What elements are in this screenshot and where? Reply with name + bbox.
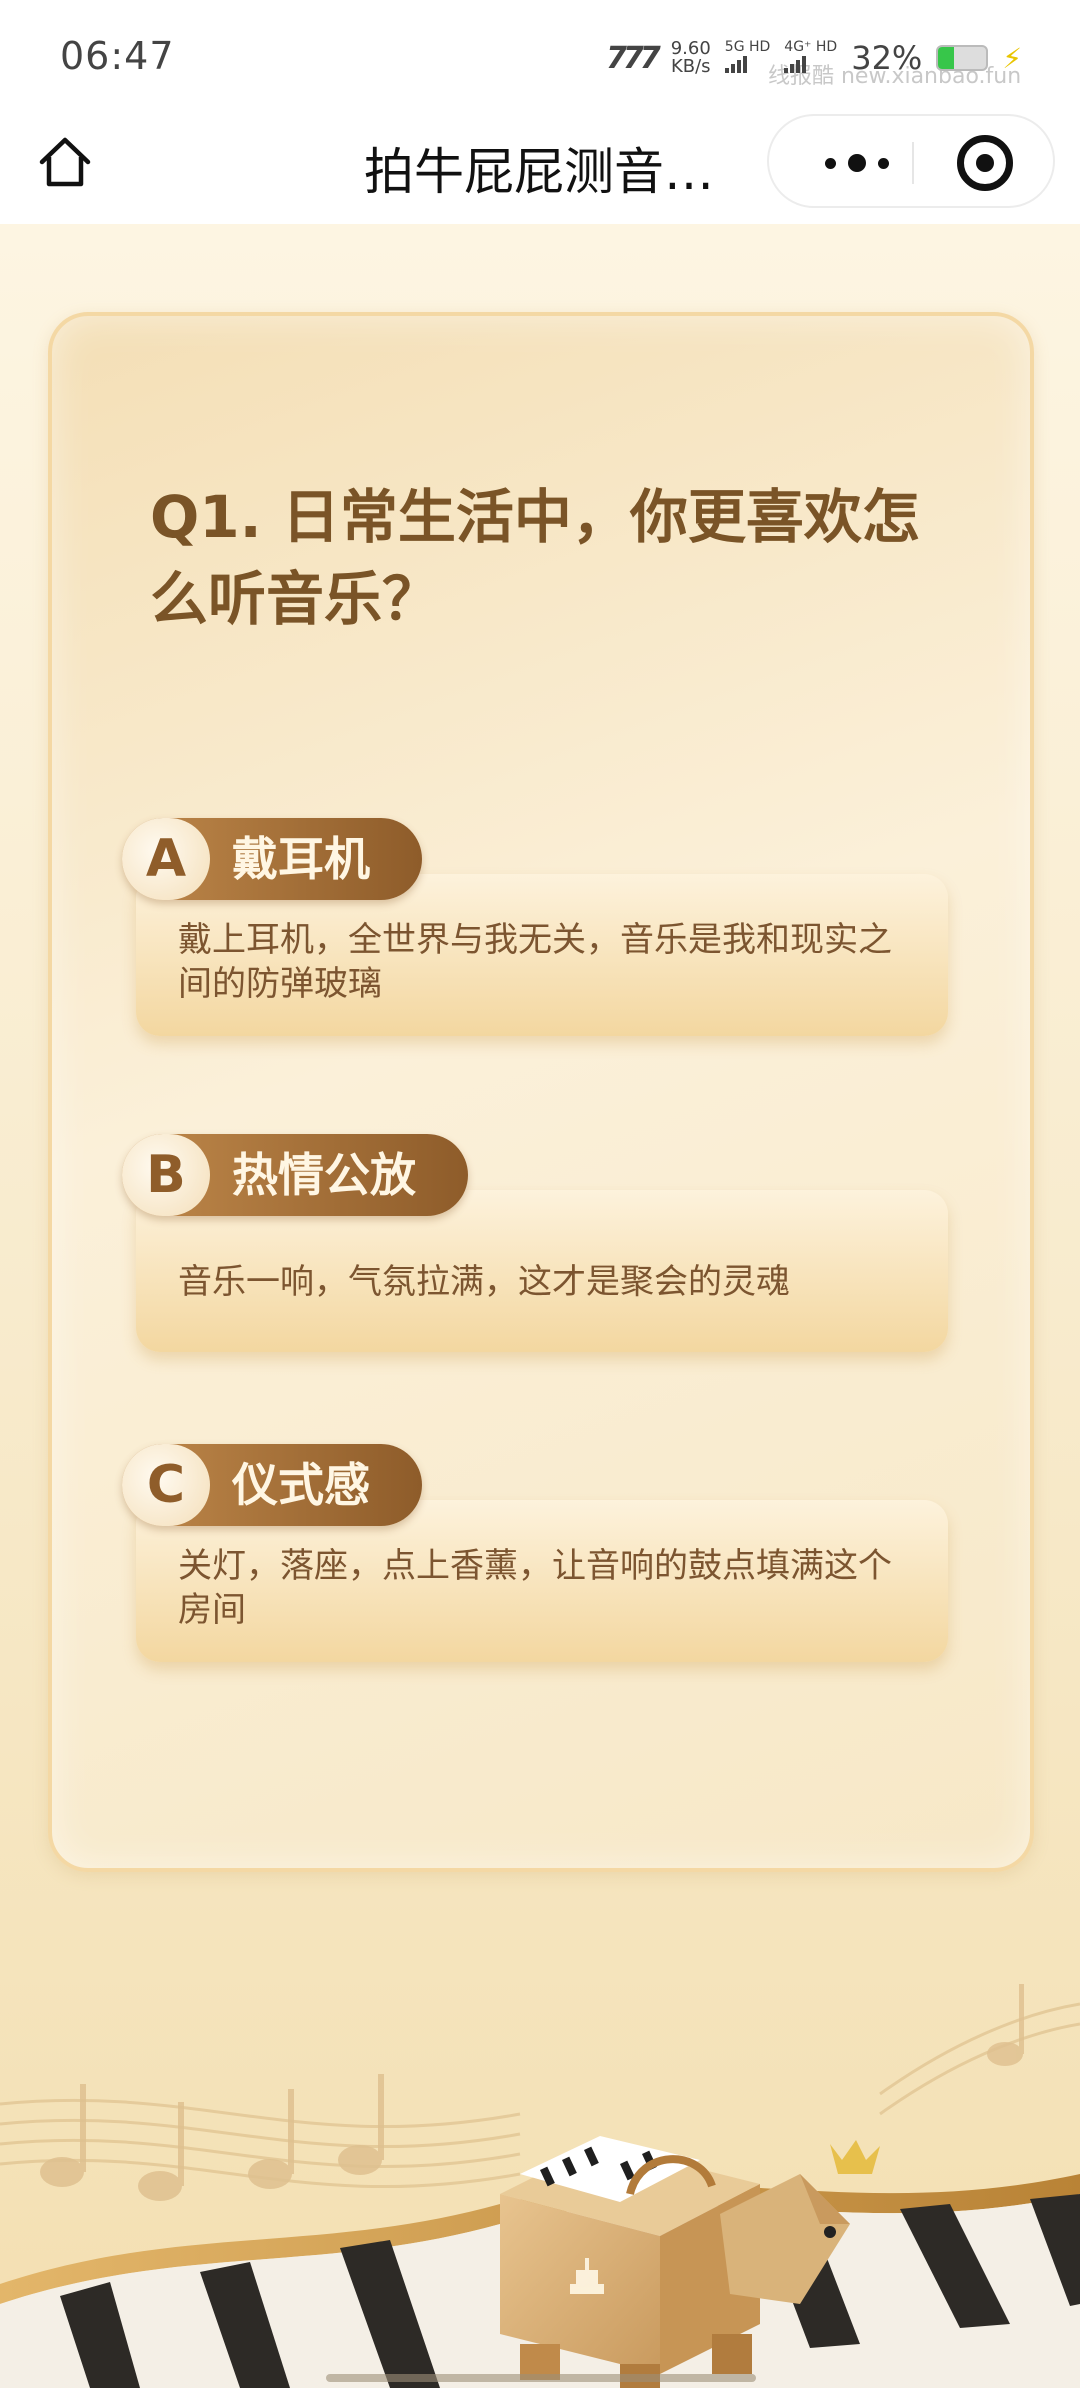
network-activity-icon: 777 — [606, 40, 661, 76]
status-icons: 777 9.60 KB/s 5G HD 4G⁺ HD 32% ⚡ — [606, 36, 1022, 80]
question-text: Q1. 日常生活中，你更喜欢怎么听音乐？ — [150, 483, 920, 633]
option-title: 戴耳机 — [232, 832, 370, 886]
battery-percent: 32% — [851, 39, 923, 77]
capsule-divider — [912, 142, 914, 184]
nav-bar: 拍牛屁屁测音… — [0, 112, 1080, 224]
signal-bars-icon — [784, 55, 807, 73]
more-options-button[interactable] — [807, 116, 907, 210]
charging-bolt-icon: ⚡ — [1002, 41, 1022, 75]
dot-icon — [848, 154, 866, 172]
option-title: 仪式感 — [232, 1458, 370, 1512]
dot-icon — [878, 157, 889, 169]
network-speed: 9.60 KB/s — [670, 38, 711, 77]
crown-icon — [830, 2140, 880, 2174]
piano-cow-illustration — [0, 1984, 1080, 2388]
signal-sim1: 5G HD — [724, 39, 770, 77]
mini-program-capsule — [767, 114, 1055, 208]
quiz-card: Q1. 日常生活中，你更喜欢怎么听音乐？ 戴上耳机，全世界与我无关，音乐是我和现… — [48, 312, 1034, 1872]
option-description: 戴上耳机，全世界与我无关，音乐是我和现实之间的防弹玻璃 — [178, 920, 892, 1004]
music-staff — [0, 2002, 1080, 2188]
signal-sim2: 4G⁺ HD — [784, 39, 837, 77]
close-target-icon[interactable] — [957, 135, 1013, 191]
quiz-page: Q1. 日常生活中，你更喜欢怎么听音乐？ 戴上耳机，全世界与我无关，音乐是我和现… — [0, 224, 1080, 2388]
option-description: 音乐一响，气氛拉满，这才是聚会的灵魂 — [178, 1262, 790, 1302]
option-letter-badge: B — [122, 1134, 210, 1216]
option-description: 关灯，落座，点上香薰，让音响的鼓点填满这个房间 — [178, 1546, 892, 1630]
battery-icon — [936, 45, 989, 71]
option-title: 热情公放 — [232, 1148, 416, 1202]
signal-bars-icon — [724, 55, 747, 73]
home-indicator[interactable] — [326, 2374, 756, 2382]
status-time: 06:47 — [60, 34, 175, 78]
option-letter-badge: A — [122, 818, 210, 900]
page-title: 拍牛屁屁测音… — [364, 143, 714, 201]
home-icon[interactable] — [36, 134, 94, 192]
status-bar: 06:47 线报酷 new.xianbao.fun 777 9.60 KB/s … — [0, 0, 1080, 112]
option-letter-badge: C — [122, 1444, 210, 1526]
dot-icon — [825, 157, 836, 169]
